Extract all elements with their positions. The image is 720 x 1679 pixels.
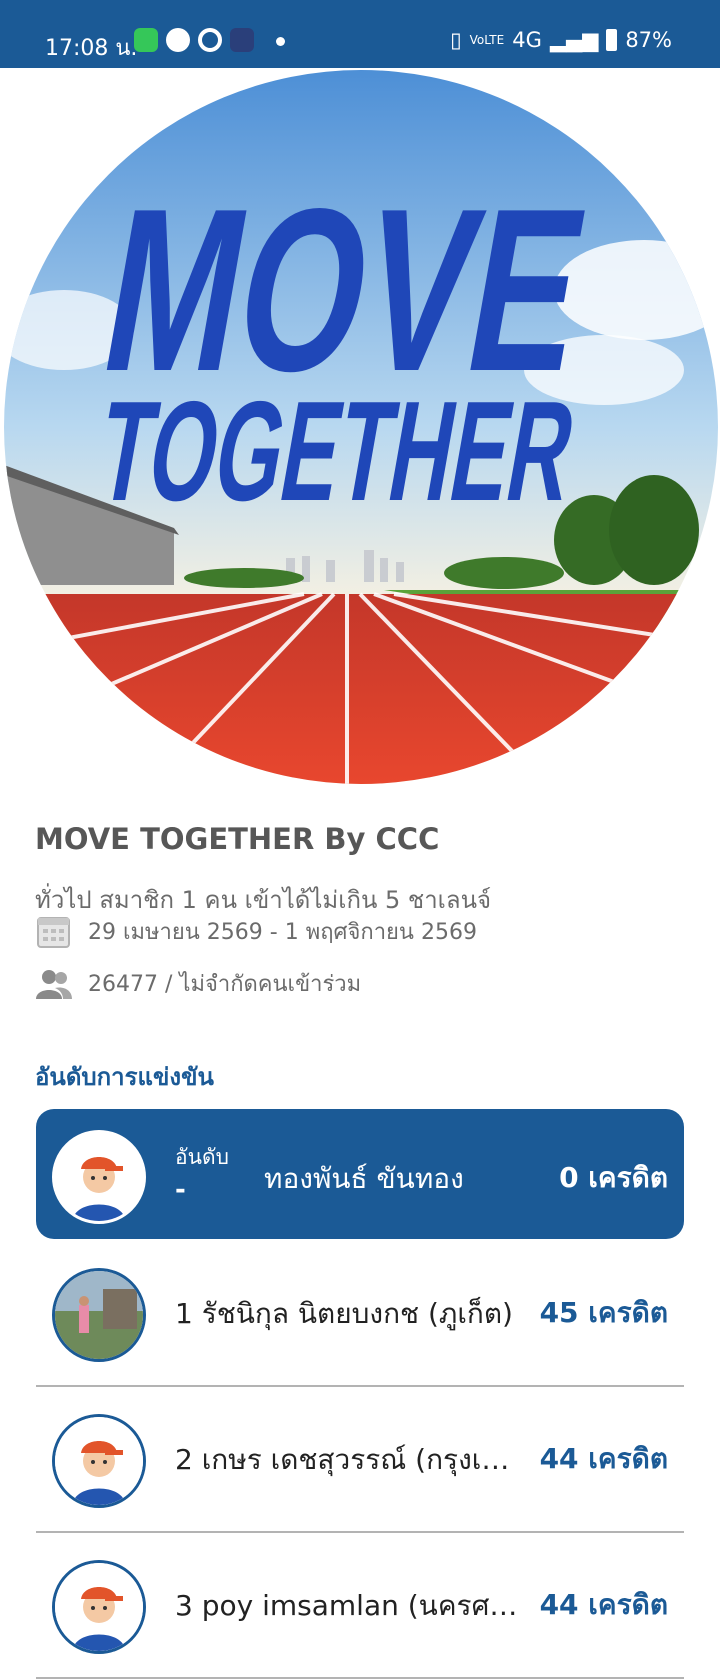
leaderboard-name: 3 poy imsamlan (นครศรีธรรมราช) bbox=[175, 1589, 525, 1622]
leaderboard-heading: อันดับการแข่งขัน bbox=[35, 1063, 214, 1091]
network-type: 4G bbox=[512, 28, 542, 52]
list-item[interactable]: 2 เกษร เดชสุวรรณ์ (กรุงเทพ) 44 เครดิต bbox=[36, 1386, 684, 1533]
app-store-icon bbox=[230, 28, 254, 52]
signal-icon: ▂▄▆ bbox=[549, 28, 599, 52]
event-participants-row: 26477 / ไม่จำกัดคนเข้าร่วม bbox=[35, 965, 361, 1002]
event-participants: 26477 / ไม่จำกัดคนเข้าร่วม bbox=[88, 972, 362, 997]
rank-value: - bbox=[175, 1175, 186, 1205]
list-item[interactable]: 1 รัชนิกุล นิตยบงกช (ภูเก็ต) 45 เครดิต bbox=[36, 1240, 684, 1387]
battery-percent: 87% bbox=[625, 28, 672, 52]
list-item[interactable]: 3 poy imsamlan (นครศรีธรรมราช) 44 เครดิต bbox=[36, 1532, 684, 1679]
hero-banner: MOVE TOGETHER bbox=[0, 68, 720, 788]
rank-label: อันดับ bbox=[175, 1145, 229, 1169]
my-credits: 0 เครดิต bbox=[559, 1161, 668, 1194]
avatar bbox=[52, 1560, 146, 1654]
photo-avatar-icon bbox=[55, 1271, 143, 1359]
status-right: ▯ VoLTE 4G ▂▄▆ 87% bbox=[450, 28, 672, 52]
event-date-range: 29 เมษายน 2569 - 1 พฤศจิกายน 2569 bbox=[88, 920, 477, 945]
calendar-icon bbox=[37, 917, 70, 948]
event-title: MOVE TOGETHER By CCC bbox=[35, 822, 440, 856]
chrome-icon bbox=[198, 28, 222, 52]
my-name: ทองพันธ์ ขันทอง bbox=[264, 1162, 464, 1195]
volte-icon: VoLTE bbox=[469, 33, 505, 47]
battery-icon bbox=[606, 29, 618, 51]
line-app-icon bbox=[134, 28, 158, 52]
hero-line-together: TOGETHER bbox=[88, 372, 586, 531]
status-time: 17:08 น. bbox=[45, 36, 138, 61]
leaderboard-name: 2 เกษร เดชสุวรรณ์ (กรุงเทพ) bbox=[175, 1443, 525, 1476]
leaderboard-name: 1 รัชนิกุล นิตยบงกช (ภูเก็ต) bbox=[175, 1297, 513, 1330]
people-icon bbox=[36, 970, 72, 999]
move-together-banner-image: MOVE TOGETHER bbox=[4, 70, 718, 784]
leaderboard-credits: 45 เครดิต bbox=[539, 1296, 668, 1329]
my-rank-card[interactable]: อันดับ - ทองพันธ์ ขันทอง 0 เครดิต bbox=[36, 1109, 684, 1239]
status-bar: 17:08 น. ▯ VoLTE 4G ▂▄▆ 87% bbox=[0, 0, 720, 68]
app-notification-icon bbox=[166, 28, 190, 52]
vibrate-icon: ▯ bbox=[450, 28, 462, 52]
leaderboard-credits: 44 เครดิต bbox=[539, 1442, 668, 1475]
user-avatar-icon bbox=[55, 1417, 143, 1505]
event-date-row: 29 เมษายน 2569 - 1 พฤศจิกายน 2569 bbox=[35, 913, 477, 950]
user-avatar-icon bbox=[55, 1563, 143, 1651]
user-avatar-icon bbox=[55, 1133, 143, 1221]
more-notifications-dot bbox=[276, 37, 285, 46]
leaderboard-credits: 44 เครดิต bbox=[539, 1588, 668, 1621]
avatar bbox=[52, 1130, 146, 1224]
avatar bbox=[52, 1268, 146, 1362]
avatar bbox=[52, 1414, 146, 1508]
